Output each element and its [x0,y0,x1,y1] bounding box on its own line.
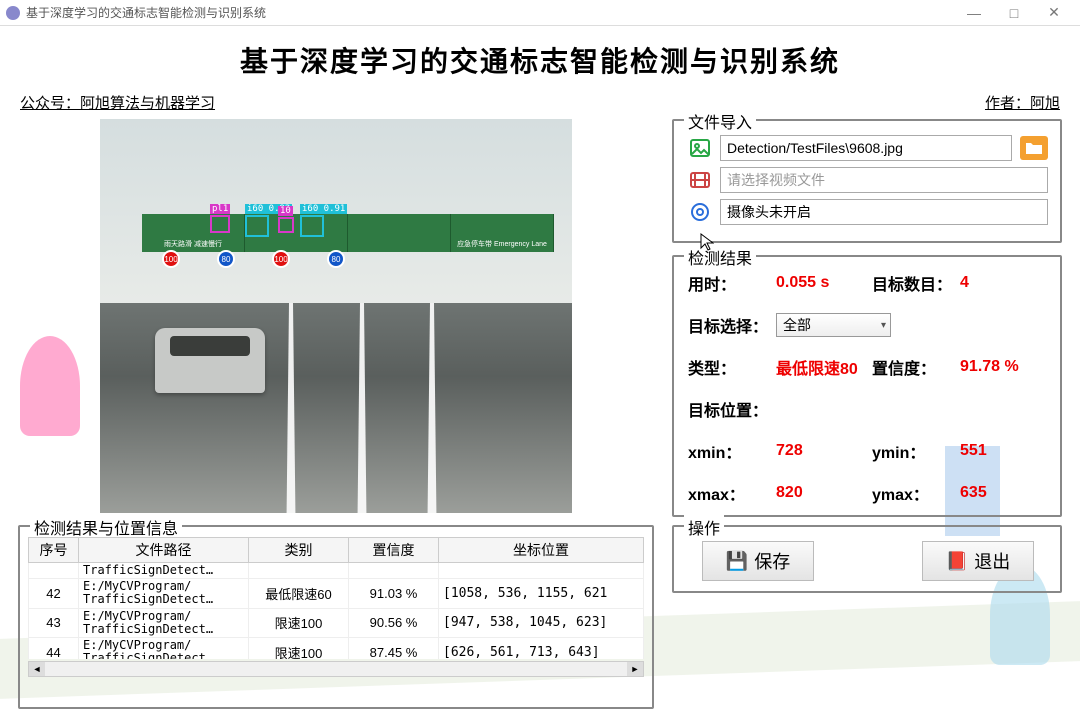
close-button[interactable]: ✕ [1034,0,1074,26]
results-group: 检测结果 用时： 0.055 s 目标数目： 4 目标选择： 全部 类型： 最低… [672,255,1062,517]
camera-icon [688,200,712,224]
exit-icon: 📕 [946,551,968,572]
video-path-field[interactable]: 请选择视频文件 [720,167,1048,193]
results-table[interactable]: 序号文件路径类别置信度坐标位置 TrafficSignDetect…42E:/M… [28,537,644,659]
maximize-button[interactable]: □ [994,0,1034,26]
speed-badge: 80 [327,250,345,268]
speed-badge: 100 [162,250,180,268]
image-panel: 雨天路滑 减速慢行 应急停车带 Emergency Lane 100801008… [18,119,654,515]
table-row[interactable]: 44E:/MyCVProgram/TrafficSignDetect…限速100… [29,637,644,659]
target-select[interactable]: 全部 [776,313,891,337]
table-header[interactable]: 序号 [29,538,79,563]
ymin-value: 551 [960,442,1048,460]
table-row[interactable]: 43E:/MyCVProgram/TrafficSignDetect…限速100… [29,608,644,637]
type-value: 最低限速80 [776,355,864,379]
file-import-group: 文件导入 Detection/TestFiles\9608.jpg 请选择视频文… [672,119,1062,243]
scroll-left-icon[interactable]: ◄ [29,662,45,676]
browse-image-button[interactable] [1020,136,1048,160]
ymax-value: 635 [960,484,1048,502]
detection-box: i60 0.91 [300,215,324,237]
detection-box: 10 [278,217,294,233]
ymin-label: ymin： [872,439,952,463]
subtitle-left: 公众号：阿旭算法与机器学习 [20,92,215,113]
conf-label: 置信度： [872,355,952,379]
detection-box: i60 0.92 [245,215,269,237]
video-icon [688,168,712,192]
exit-button[interactable]: 📕 退出 [922,541,1034,581]
detection-image: 雨天路滑 减速慢行 应急停车带 Emergency Lane 100801008… [100,119,572,513]
camera-status-field[interactable]: 摄像头未开启 [720,199,1048,225]
window-title: 基于深度学习的交通标志智能检测与识别系统 [26,4,266,21]
count-value: 4 [960,274,1048,292]
title-bar: 基于深度学习的交通标志智能检测与识别系统 — □ ✕ [0,0,1080,26]
results-legend: 检测结果 [684,245,756,269]
count-label: 目标数目： [872,271,952,295]
app-icon [6,6,20,20]
table-legend: 检测结果与位置信息 [30,515,182,539]
file-import-legend: 文件导入 [684,109,756,133]
xmax-label: xmax： [688,481,768,505]
table-header[interactable]: 置信度 [349,538,439,563]
table-header[interactable]: 类别 [249,538,349,563]
pos-label: 目标位置： [688,397,768,421]
time-value: 0.055 s [776,274,864,292]
save-icon: 💾 [726,551,748,572]
table-header[interactable]: 坐标位置 [439,538,644,563]
type-label: 类型： [688,355,768,379]
table-row[interactable]: 42E:/MyCVProgram/TrafficSignDetect…最低限速6… [29,579,644,608]
save-button[interactable]: 💾 保存 [702,541,814,581]
xmax-value: 820 [776,484,864,502]
speed-badge: 100 [272,250,290,268]
table-row[interactable]: TrafficSignDetect… [29,563,644,579]
table-group: 检测结果与位置信息 序号文件路径类别置信度坐标位置 TrafficSignDet… [18,525,654,709]
scroll-right-icon[interactable]: ► [627,662,643,676]
image-icon [688,136,712,160]
car-in-image [155,328,265,393]
subtitle-right: 作者：阿旭 [985,92,1060,113]
xmin-value: 728 [776,442,864,460]
ops-group: 操作 💾 保存 📕 退出 [672,525,1062,593]
speed-badge: 80 [217,250,235,268]
minimize-button[interactable]: — [954,0,994,26]
conf-value: 91.78 % [960,358,1048,376]
xmin-label: xmin： [688,439,768,463]
h-scrollbar[interactable]: ◄ ► [28,661,644,677]
time-label: 用时： [688,271,768,295]
select-label: 目标选择： [688,313,768,337]
image-path-field[interactable]: Detection/TestFiles\9608.jpg [720,135,1012,161]
app-title: 基于深度学习的交通标志智能检测与识别系统 [18,40,1062,90]
detection-box: pl1 [210,215,230,233]
table-header[interactable]: 文件路径 [79,538,249,563]
ymax-label: ymax： [872,481,952,505]
ops-legend: 操作 [684,515,724,539]
gantry-signs: 雨天路滑 减速慢行 应急停车带 Emergency Lane 100801008… [142,214,554,252]
